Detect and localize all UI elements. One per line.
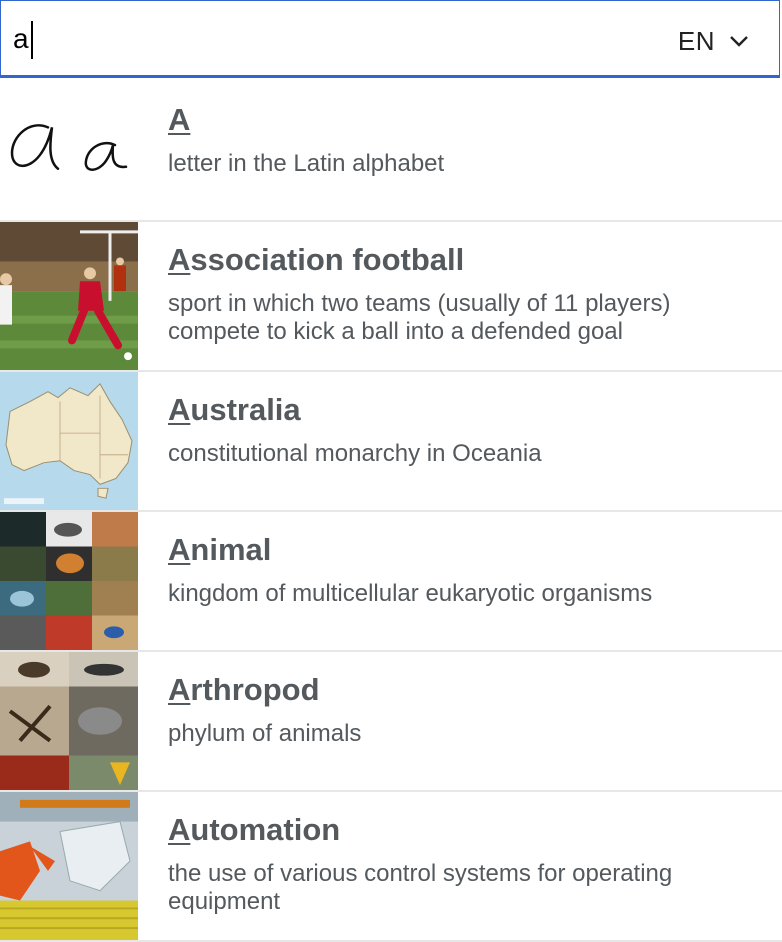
result-title: Australia: [168, 392, 301, 427]
result-thumbnail: [0, 82, 138, 220]
result-title: Animal: [168, 532, 272, 567]
result-item-animal[interactable]: Animal kingdom of multicellular eukaryot…: [0, 512, 782, 652]
result-description: sport in which two teams (usually of 11 …: [168, 290, 671, 345]
result-thumbnail: [0, 652, 138, 790]
result-title: Association football: [168, 242, 465, 277]
result-description: constitutional monarchy in Oceania: [168, 440, 542, 467]
search-input[interactable]: [13, 15, 613, 63]
language-selector[interactable]: EN: [678, 23, 749, 59]
language-label: EN: [677, 25, 715, 56]
search-bar: EN: [0, 0, 780, 78]
result-title: Automation: [168, 812, 341, 847]
chevron-down-icon: [729, 35, 749, 47]
result-title: Arthropod: [168, 672, 320, 707]
result-description: phylum of animals: [168, 720, 362, 747]
result-item-a[interactable]: A letter in the Latin alphabet: [0, 82, 782, 222]
result-item-arthropod[interactable]: Arthropod phylum of animals: [0, 652, 782, 792]
result-thumbnail: [0, 792, 138, 940]
search-results-list: A letter in the Latin alphabet Associati…: [0, 82, 782, 942]
text-caret: [31, 21, 33, 59]
result-item-automation[interactable]: Automation the use of various control sy…: [0, 792, 782, 942]
result-thumbnail: [0, 372, 138, 510]
result-thumbnail: [0, 512, 138, 650]
result-description: letter in the Latin alphabet: [168, 150, 445, 177]
result-item-australia[interactable]: Australia constitutional monarchy in Oce…: [0, 372, 782, 512]
result-description: kingdom of multicellular eukaryotic orga…: [168, 580, 653, 607]
result-description: the use of various control systems for o…: [168, 860, 673, 915]
result-thumbnail: [0, 222, 138, 370]
result-title: A: [168, 102, 191, 137]
result-item-association-football[interactable]: Association football sport in which two …: [0, 222, 782, 372]
